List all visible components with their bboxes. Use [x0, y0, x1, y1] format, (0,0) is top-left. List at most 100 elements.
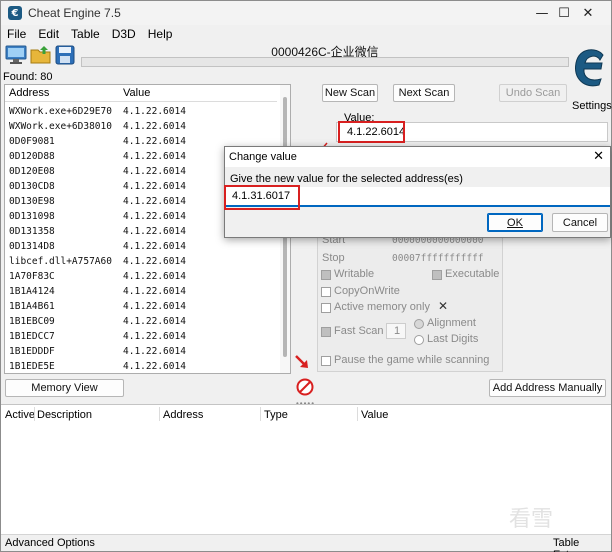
menu-table[interactable]: Table: [65, 27, 106, 41]
alignment-radio[interactable]: [414, 319, 424, 329]
result-value: 4.1.22.6014: [123, 271, 186, 282]
settings-button[interactable]: Settings: [572, 100, 612, 112]
result-address: 1B1EBC09: [9, 316, 55, 327]
pause-game-checkbox[interactable]: [321, 356, 331, 366]
close-button[interactable]: ✕: [565, 1, 611, 25]
progress-bar: [81, 57, 569, 67]
result-address: libcef.dll+A757A60: [9, 256, 112, 267]
writable-checkbox[interactable]: [321, 270, 331, 280]
found-count: Found: 80: [3, 71, 53, 83]
stop-address[interactable]: 00007fffffffffff: [392, 253, 484, 264]
stop-label: Stop: [322, 252, 345, 264]
highlight-old-value: [338, 121, 405, 143]
result-value: 4.1.22.6014: [123, 151, 186, 162]
result-row[interactable]: 1B1EDE5E 4.1.22.6014: [5, 359, 277, 373]
clear-icon[interactable]: ✕: [438, 299, 448, 313]
result-value: 4.1.22.6014: [123, 136, 186, 147]
result-value: 4.1.22.6014: [123, 316, 186, 327]
col-type[interactable]: Type: [264, 409, 288, 421]
results-header-address[interactable]: Address: [9, 87, 49, 99]
next-scan-button[interactable]: Next Scan: [393, 84, 455, 102]
ok-button[interactable]: OK: [487, 213, 543, 232]
open-file-icon[interactable]: [30, 45, 52, 65]
result-value: 4.1.22.6014: [123, 346, 186, 357]
watermark-logo: 看雪: [509, 507, 554, 532]
result-row[interactable]: 1A70F83C 4.1.22.6014: [5, 269, 277, 284]
pause-game-label: Pause the game while scanning: [334, 354, 490, 366]
result-value: 4.1.22.6014: [123, 226, 186, 237]
menu-d3d[interactable]: D3D: [106, 27, 142, 41]
writable-label: Writable: [334, 268, 375, 280]
last-digits-radio[interactable]: [414, 335, 424, 345]
executable-checkbox[interactable]: [432, 270, 442, 280]
result-row[interactable]: 1B1A4B61 4.1.22.6014: [5, 299, 277, 314]
cheat-engine-logo-icon[interactable]: [571, 45, 611, 97]
result-address: 0D130CD8: [9, 181, 55, 192]
advanced-options-button[interactable]: Advanced Options: [5, 537, 95, 549]
column-separator[interactable]: [159, 407, 160, 421]
col-active[interactable]: Active: [5, 409, 35, 421]
fast-scan-checkbox[interactable]: [321, 327, 331, 337]
cheat-engine-window: € Cheat Engine 7.5 — ☐ ✕ File Edit Table…: [0, 0, 612, 552]
copy-on-write-label: CopyOnWrite: [334, 285, 400, 297]
menu-help[interactable]: Help: [142, 27, 179, 41]
result-value: 4.1.22.6014: [123, 361, 186, 372]
result-address: 1B1EDCC7: [9, 331, 55, 342]
result-row[interactable]: 1B1EBC09 4.1.22.6014: [5, 314, 277, 329]
results-header: Address Value: [5, 85, 277, 102]
column-separator[interactable]: [260, 407, 261, 421]
menu-bar: File Edit Table D3D Help: [1, 25, 611, 43]
fast-scan-input[interactable]: 1: [386, 323, 406, 339]
results-header-value[interactable]: Value: [123, 87, 150, 99]
result-row[interactable]: libcef.dll+A757A60 4.1.22.6014: [5, 254, 277, 269]
table-extras-button[interactable]: Table Extras: [553, 537, 611, 552]
result-row[interactable]: WXWork.exe+6D29E70 4.1.22.6014: [5, 104, 277, 119]
result-row[interactable]: WXWork.exe+6D38010 4.1.22.6014: [5, 119, 277, 134]
column-separator[interactable]: [34, 407, 35, 421]
result-value: 4.1.22.6014: [123, 211, 186, 222]
new-scan-button[interactable]: New Scan: [322, 84, 378, 102]
col-address[interactable]: Address: [163, 409, 203, 421]
result-row[interactable]: 1B1EDDDF 4.1.22.6014: [5, 344, 277, 359]
add-address-manually-button[interactable]: Add Address Manually: [489, 379, 606, 397]
cheat-engine-app-icon: €: [8, 6, 22, 20]
result-row[interactable]: 1B1A4124 4.1.22.6014: [5, 284, 277, 299]
fast-scan-label: Fast Scan: [334, 325, 384, 337]
copy-on-write-checkbox[interactable]: [321, 287, 331, 297]
status-bar: Advanced Options Table Extras: [1, 534, 611, 552]
result-address: 1A70F83C: [9, 271, 55, 282]
cancel-button[interactable]: Cancel: [552, 213, 608, 232]
col-value[interactable]: Value: [361, 409, 388, 421]
result-value: 4.1.22.6014: [123, 256, 186, 267]
toolbar: 0000426C-企业微信: [1, 43, 611, 69]
result-address: 0D130E98: [9, 196, 55, 207]
result-address: 0D120D88: [9, 151, 55, 162]
menu-edit[interactable]: Edit: [32, 27, 65, 41]
memory-view-button[interactable]: Memory View: [5, 379, 124, 397]
undo-scan-button[interactable]: Undo Scan: [499, 84, 567, 102]
col-description[interactable]: Description: [37, 409, 92, 421]
result-value: 4.1.22.6014: [123, 331, 186, 342]
fast-scan-value: 1: [394, 325, 401, 337]
executable-label: Executable: [445, 268, 500, 280]
save-icon[interactable]: [54, 45, 76, 65]
column-separator[interactable]: [357, 407, 358, 421]
select-process-icon[interactable]: [5, 45, 27, 65]
result-row[interactable]: 1B1EDCC7 4.1.22.6014: [5, 329, 277, 344]
alignment-label: Alignment: [427, 317, 476, 329]
highlight-new-value: [224, 185, 300, 210]
result-address: 0D1314D8: [9, 241, 55, 252]
result-address: 0D0F9081: [9, 136, 55, 147]
cancel-scan-icon[interactable]: [296, 378, 314, 396]
memory-scan-options: Start 0000000000000000 Stop 00007fffffff…: [317, 226, 503, 372]
dialog-close-icon[interactable]: ✕: [593, 149, 604, 164]
result-value: 4.1.22.6014: [123, 241, 186, 252]
active-memory-checkbox[interactable]: [321, 303, 331, 313]
result-address: 1B1EDDDF: [9, 346, 55, 357]
ok-label: OK: [507, 216, 523, 229]
menu-file[interactable]: File: [1, 27, 32, 41]
result-value: 4.1.22.6014: [123, 301, 186, 312]
result-address: WXWork.exe+6D38010: [9, 121, 112, 132]
result-row[interactable]: 0D1314D8 4.1.22.6014: [5, 239, 277, 254]
window-title: Cheat Engine 7.5: [28, 6, 121, 20]
